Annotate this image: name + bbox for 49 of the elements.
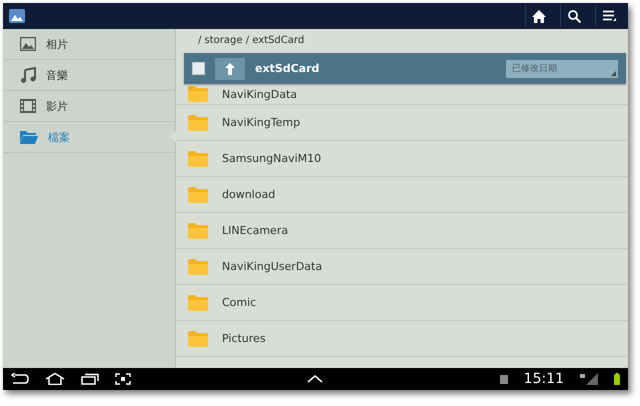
home-icon[interactable] <box>45 373 65 385</box>
search-icon[interactable] <box>568 10 580 22</box>
clock-time: 15:11 <box>524 371 564 387</box>
file-name: SamsungNaviM10 <box>222 152 322 165</box>
file-row[interactable]: Pictures <box>176 321 628 357</box>
folder-icon <box>188 86 208 102</box>
recent-apps-icon[interactable] <box>81 373 99 385</box>
file-name: download <box>222 188 276 201</box>
file-row[interactable]: NaviKingData <box>176 84 628 105</box>
file-name: NaviKingTemp <box>222 116 300 129</box>
caret-up-icon[interactable] <box>307 375 324 383</box>
home-icon[interactable] <box>532 10 546 22</box>
file-name: NaviKingData <box>222 88 298 100</box>
battery-icon <box>614 373 620 385</box>
file-name: Pictures <box>222 332 266 345</box>
file-name: NaviKingUserData <box>222 260 322 273</box>
up-button[interactable] <box>215 58 245 80</box>
back-icon[interactable] <box>11 373 29 385</box>
notification-icon <box>500 374 508 384</box>
folder-icon <box>188 186 208 202</box>
menu-icon[interactable] <box>602 10 616 22</box>
film-icon <box>20 99 36 113</box>
file-row[interactable]: Comic <box>176 285 628 321</box>
picture-icon <box>20 37 36 51</box>
sidebar-item[interactable]: 相片 <box>3 29 175 60</box>
signal-icon <box>580 373 598 385</box>
folder-icon <box>188 330 208 346</box>
file-name: Comic <box>222 296 256 309</box>
file-row[interactable]: NaviKingUserData <box>176 249 628 285</box>
sidebar-item[interactable]: 音樂 <box>3 60 175 91</box>
file-row[interactable]: NaviKingTemp <box>176 105 628 141</box>
file-row[interactable]: download <box>176 177 628 213</box>
gallery-app-icon[interactable] <box>9 9 25 23</box>
file-row[interactable]: SamsungNaviM10 <box>176 141 628 177</box>
screenshot-icon[interactable] <box>115 373 131 385</box>
folder-icon <box>188 150 208 166</box>
folder-icon <box>188 294 208 310</box>
folder-title: extSdCard <box>255 62 320 75</box>
folder-icon <box>188 258 208 274</box>
folder-icon <box>20 130 38 144</box>
file-name: LINEcamera <box>222 224 288 237</box>
sidebar-item[interactable]: 影片 <box>3 91 175 122</box>
folder-icon <box>188 114 208 130</box>
select-all-checkbox[interactable] <box>192 62 205 75</box>
up-arrow-icon <box>225 62 235 74</box>
music-note-icon <box>20 67 36 83</box>
file-row[interactable]: LINEcamera <box>176 213 628 249</box>
folder-icon <box>188 222 208 238</box>
breadcrumb-path: / storage / extSdCard <box>198 34 304 46</box>
